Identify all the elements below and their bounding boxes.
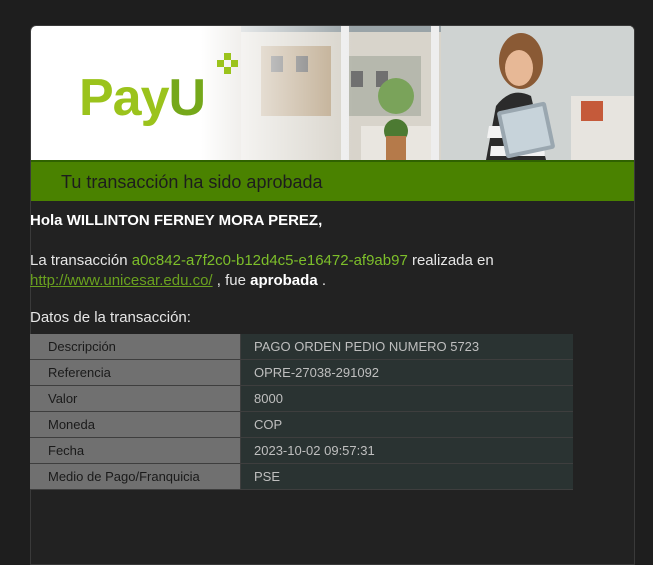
table-row: Moneda COP	[30, 411, 573, 438]
transaction-message: La transacción a0c842-a7f2c0-b12d4c5-e16…	[30, 251, 570, 291]
details-label: Datos de la transacción:	[30, 309, 191, 326]
status-text: aprobada	[250, 272, 318, 289]
greeting: Hola WILLINTON FERNEY MORA PEREZ,	[30, 212, 322, 229]
row-key: Valor	[30, 385, 241, 412]
status-header: Tu transacción ha sido aprobada	[31, 160, 634, 201]
transaction-id: a0c842-a7f2c0-b12d4c5-e16472-af9ab97	[131, 252, 408, 269]
merchant-link[interactable]: http://www.unicesar.edu.co/	[30, 272, 213, 289]
row-key: Fecha	[30, 437, 241, 464]
table-row: Referencia OPRE-27038-291092	[30, 359, 573, 386]
row-key: Medio de Pago/Franquicia	[30, 463, 241, 490]
row-value: COP	[240, 411, 573, 438]
row-value: OPRE-27038-291092	[240, 359, 573, 386]
payu-logo: PayU	[79, 68, 207, 128]
message-text: La transacción	[30, 252, 128, 269]
row-value: PSE	[240, 463, 573, 490]
row-value: 2023-10-02 09:57:31	[240, 437, 573, 464]
row-key: Moneda	[30, 411, 241, 438]
banner: PayU	[31, 26, 634, 160]
message-text: realizada en	[411, 252, 494, 269]
table-row: Descripción PAGO ORDEN PEDIO NUMERO 5723	[30, 334, 573, 360]
table-row: Fecha 2023-10-02 09:57:31	[30, 437, 573, 464]
row-value: PAGO ORDEN PEDIO NUMERO 5723	[240, 334, 573, 360]
logo-text-u: U	[168, 69, 207, 127]
message-text: .	[321, 272, 326, 289]
row-key: Descripción	[30, 334, 241, 360]
customer-name: WILLINTON FERNEY MORA PEREZ,	[66, 212, 323, 229]
table-row: Medio de Pago/Franquicia PSE	[30, 463, 573, 490]
transaction-details-table: Descripción PAGO ORDEN PEDIO NUMERO 5723…	[30, 334, 573, 490]
table-row: Valor 8000	[30, 385, 573, 412]
greeting-prefix: Hola	[30, 212, 63, 229]
row-value: 8000	[240, 385, 573, 412]
message-text: , fue	[216, 272, 246, 289]
logo-text-pay: Pay	[79, 69, 170, 127]
banner-photo	[201, 26, 634, 160]
page-title: Tu transacción ha sido aprobada	[61, 172, 323, 192]
row-key: Referencia	[30, 359, 241, 386]
